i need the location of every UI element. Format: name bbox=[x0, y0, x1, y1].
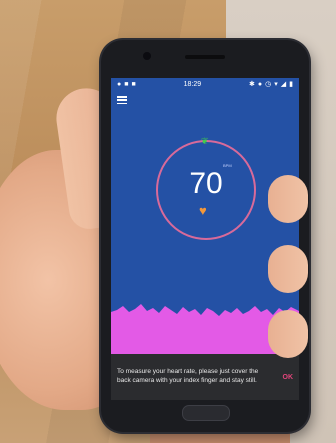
finger-3 bbox=[268, 310, 308, 358]
status-right: ✱ ● ◷ ▾ ◢ ▮ bbox=[249, 81, 293, 88]
signal-icon: ◢ bbox=[280, 80, 287, 88]
status-time: 18:29 bbox=[183, 80, 202, 88]
status-bar: ● ■ ■ 18:29 ✱ ● ◷ ▾ ◢ ▮ bbox=[111, 78, 299, 90]
alarm-icon: ◷ bbox=[265, 80, 272, 88]
bpm-value: 70 bbox=[189, 167, 223, 200]
message-icon: ■ bbox=[124, 80, 129, 88]
status-left: ● ■ ■ bbox=[117, 81, 136, 88]
smartphone: ● ■ ■ 18:29 ✱ ● ◷ ▾ ◢ ▮ ❦ 70 BPM ♥ To me… bbox=[101, 40, 309, 432]
battery-icon: ▮ bbox=[289, 80, 293, 88]
leaf-icon: ❦ bbox=[201, 136, 209, 146]
home-button[interactable] bbox=[182, 405, 230, 421]
hamburger-icon[interactable] bbox=[117, 96, 127, 104]
whatsapp-icon: ● bbox=[117, 80, 122, 88]
phone-screen: ● ■ ■ 18:29 ✱ ● ◷ ▾ ◢ ▮ ❦ 70 BPM ♥ To me… bbox=[111, 78, 299, 400]
bpm-unit: BPM bbox=[223, 163, 232, 168]
heart-icon: ♥ bbox=[199, 203, 207, 218]
dnd-icon: ● bbox=[257, 80, 263, 88]
finger-1 bbox=[268, 175, 308, 223]
message-icon-2: ■ bbox=[131, 80, 136, 88]
finger-2 bbox=[268, 245, 308, 293]
wifi-icon: ▾ bbox=[274, 80, 278, 88]
app-toolbar bbox=[111, 90, 299, 110]
photo-scene: ● ■ ■ 18:29 ✱ ● ◷ ▾ ◢ ▮ ❦ 70 BPM ♥ To me… bbox=[0, 0, 336, 443]
snackbar: To measure your heart rate, please just … bbox=[111, 354, 299, 400]
heart-rate-dial: ❦ 70 BPM ♥ bbox=[156, 136, 256, 240]
bluetooth-icon: ✱ bbox=[249, 80, 255, 88]
earpiece bbox=[185, 55, 225, 59]
front-camera bbox=[143, 52, 151, 60]
snackbar-message: To measure your heart rate, please just … bbox=[117, 368, 259, 384]
snackbar-ok-button[interactable]: OK bbox=[283, 374, 294, 381]
